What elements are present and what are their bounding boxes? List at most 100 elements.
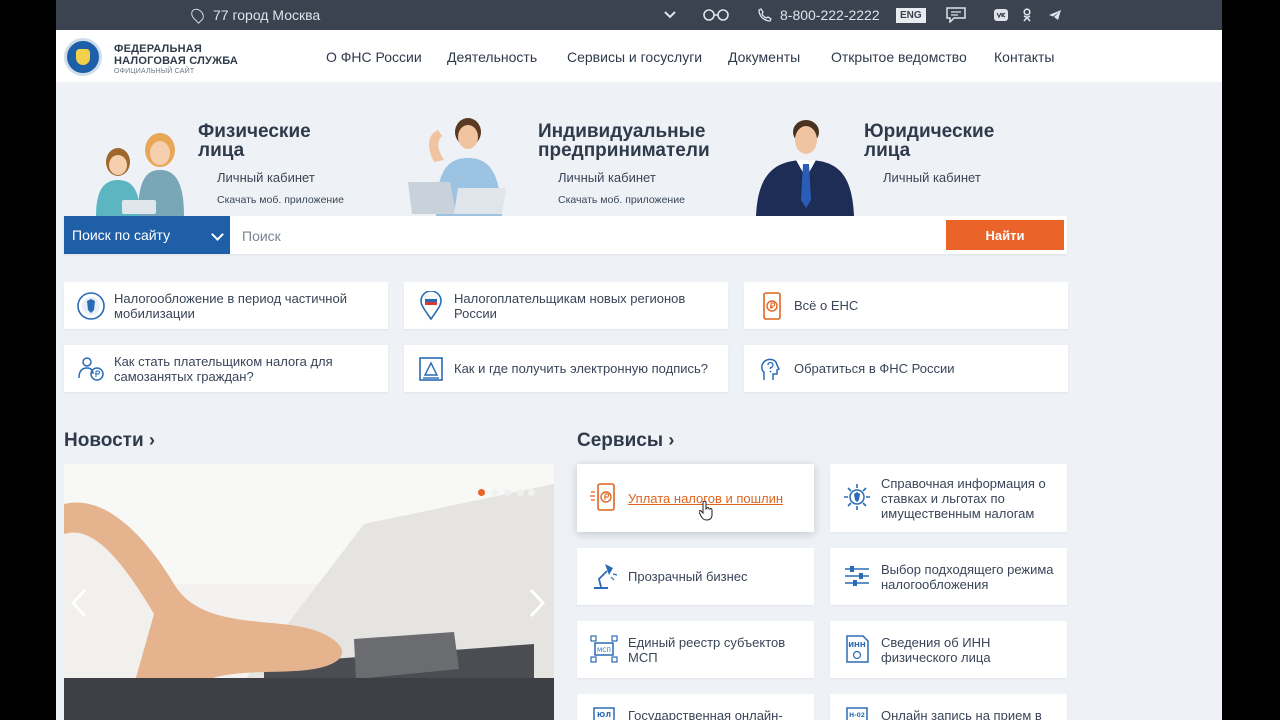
service-transparent-business[interactable]: Прозрачный бизнес — [577, 548, 814, 605]
individuals-cabinet-link[interactable]: Личный кабинет — [217, 170, 315, 185]
fns-emblem-icon — [844, 484, 870, 510]
carousel-dot[interactable] — [528, 489, 535, 496]
entrepreneurs-cabinet-link[interactable]: Личный кабинет — [558, 170, 656, 185]
legal-entities-title[interactable]: Юридические лица — [864, 122, 994, 160]
service-property-tax-info[interactable]: Справочная информация о ставках и льгота… — [830, 464, 1067, 532]
telegram-icon[interactable] — [1048, 0, 1062, 30]
service-label: Единый реестр субъектов МСП — [628, 634, 786, 665]
legal-entities-title-line2: лица — [864, 140, 911, 161]
service-label: Прозрачный бизнес — [628, 569, 748, 584]
quick-link-ens[interactable]: Всё о ЕНС — [744, 282, 1068, 329]
top-bar: 77 город Москва 8-800-222-2222 ENG — [56, 0, 1222, 30]
region-label: 77 город Москва — [213, 7, 321, 23]
individuals-title-line1: Физические — [198, 121, 311, 142]
entrepreneurs-app-link[interactable]: Скачать моб. приложение — [558, 194, 685, 206]
ruble-phone-icon — [590, 483, 615, 511]
phone-number: 8-800-222-2222 — [780, 7, 880, 23]
entrepreneurs-title-line1: Индивидуальные — [538, 121, 706, 142]
russia-flag-pin-icon — [420, 291, 442, 321]
ok-icon[interactable] — [1022, 0, 1032, 30]
e-signature-icon — [419, 357, 443, 381]
form-document-icon: Н-02 — [846, 707, 868, 720]
quick-link-label: Налогоплательщикам новых регионов России — [454, 290, 686, 321]
legal-entities-illustration — [756, 120, 854, 216]
fns-emblem-logo[interactable] — [64, 38, 102, 76]
search-scope-select[interactable]: Поиск по сайту — [64, 216, 230, 254]
site-header: ФЕДЕРАЛЬНАЯ НАЛОГОВАЯ СЛУЖБА ОФИЦИАЛЬНЫЙ… — [56, 30, 1222, 82]
chat-icon[interactable] — [946, 0, 966, 30]
search-scope-label: Поиск по сайту — [72, 227, 171, 243]
carousel-dot[interactable] — [491, 489, 498, 496]
fns-emblem-icon — [77, 292, 105, 320]
region-selector[interactable]: 77 город Москва — [188, 0, 321, 30]
self-employed-icon — [78, 357, 104, 381]
legal-entities-cabinet-link[interactable]: Личный кабинет — [883, 170, 981, 185]
question-person-icon — [761, 358, 781, 380]
service-online-appointment[interactable]: Н-02 Онлайн запись на прием в — [830, 694, 1067, 720]
service-label: Государственная онлайн- — [628, 708, 783, 720]
quick-link-new-regions[interactable]: Налогоплательщикам новых регионов России — [404, 282, 728, 329]
service-tax-regime-choice[interactable]: Выбор подходящего режима налогообложения — [830, 548, 1067, 605]
service-tax-payment[interactable]: Уплата налогов и пошлин — [577, 464, 814, 532]
services-heading-label: Сервисы — [577, 430, 664, 451]
phone-link[interactable]: 8-800-222-2222 — [758, 0, 880, 30]
quick-link-label: Обратиться в ФНС России — [794, 361, 955, 376]
glasses-icon[interactable] — [702, 0, 730, 30]
nav-contacts[interactable]: Контакты — [994, 49, 1054, 65]
nav-activity[interactable]: Деятельность — [447, 49, 537, 65]
mouse-pointer-hand-icon — [699, 501, 713, 521]
vk-icon[interactable] — [994, 0, 1008, 30]
logo-line-2: НАЛОГОВАЯ СЛУЖБА — [114, 55, 239, 67]
chevron-down-icon[interactable] — [664, 0, 676, 30]
inn-document-icon: ИНН — [846, 635, 869, 663]
nav-services[interactable]: Сервисы и госуслуги — [567, 49, 702, 65]
nav-open-agency[interactable]: Открытое ведомство — [831, 49, 967, 65]
chevron-right-icon: › — [148, 430, 155, 450]
service-state-online[interactable]: ЮЛ Государственная онлайн- — [577, 694, 814, 720]
settings-sliders-icon — [845, 566, 869, 586]
individuals-app-link[interactable]: Скачать моб. приложение — [217, 194, 344, 206]
msp-registry-icon: МСП — [590, 635, 618, 663]
carousel-dot[interactable] — [504, 489, 511, 496]
individuals-illustration — [96, 133, 184, 216]
svg-text:ЮЛ: ЮЛ — [597, 711, 611, 719]
service-inn-info[interactable]: ИНН Сведения об ИНН физического лица — [830, 621, 1067, 678]
service-label: Сведения об ИНН физического лица — [881, 634, 991, 665]
svg-text:ИНН: ИНН — [848, 641, 866, 649]
service-label: Уплата налогов и пошлин — [628, 490, 784, 506]
nav-about[interactable]: О ФНС России — [326, 49, 422, 65]
carousel-next-arrow-icon[interactable] — [528, 588, 546, 618]
logo-line-1: ФЕДЕРАЛЬНАЯ — [114, 43, 202, 55]
carousel-prev-arrow-icon[interactable] — [70, 588, 88, 618]
carousel-dot-active[interactable] — [478, 489, 485, 496]
entrepreneurs-illustration — [408, 118, 506, 216]
nav-documents[interactable]: Документы — [728, 49, 800, 65]
carousel-dot[interactable] — [517, 489, 524, 496]
quick-link-mobilization[interactable]: Налогообложение в период частичной мобил… — [64, 282, 388, 329]
entrepreneurs-title-line2: предприниматели — [538, 140, 710, 161]
quick-link-self-employed[interactable]: Как стать плательщиком налога для самоза… — [64, 345, 388, 392]
news-heading-label: Новости — [64, 430, 144, 451]
site-search: Поиск по сайту Найти — [64, 216, 1067, 256]
quick-link-e-signature[interactable]: Как и где получить электронную подпись? — [404, 345, 728, 392]
lang-switch[interactable]: ENG — [896, 0, 926, 30]
news-carousel[interactable] — [64, 464, 554, 720]
individuals-title-line2: лица — [198, 140, 245, 161]
quick-link-contact-fns[interactable]: Обратиться в ФНС России — [744, 345, 1068, 392]
service-label: Выбор подходящего режима налогообложения — [881, 561, 1054, 592]
quick-link-label: Налогообложение в период частичной мобил… — [114, 290, 347, 321]
service-msp-registry[interactable]: МСП Единый реестр субъектов МСП — [577, 621, 814, 678]
site-logo-text[interactable]: ФЕДЕРАЛЬНАЯ НАЛОГОВАЯ СЛУЖБА ОФИЦИАЛЬНЫЙ… — [114, 43, 238, 76]
services-heading[interactable]: Сервисы › — [577, 430, 674, 452]
service-label: Справочная информация о ставках и льгота… — [881, 475, 1046, 521]
individuals-title[interactable]: Физические лица — [198, 122, 311, 160]
page: 77 город Москва 8-800-222-2222 ENG ФЕДЕР… — [56, 0, 1222, 720]
desk-lamp-icon — [594, 564, 618, 589]
lang-label: ENG — [896, 7, 926, 23]
entrepreneurs-title[interactable]: Индивидуальные предприниматели — [538, 122, 710, 160]
news-heading[interactable]: Новости › — [64, 430, 155, 452]
search-button[interactable]: Найти — [946, 220, 1064, 250]
search-input[interactable] — [240, 216, 944, 256]
logo-subtitle: ОФИЦИАЛЬНЫЙ САЙТ — [114, 68, 195, 75]
svg-text:МСП: МСП — [597, 647, 611, 654]
